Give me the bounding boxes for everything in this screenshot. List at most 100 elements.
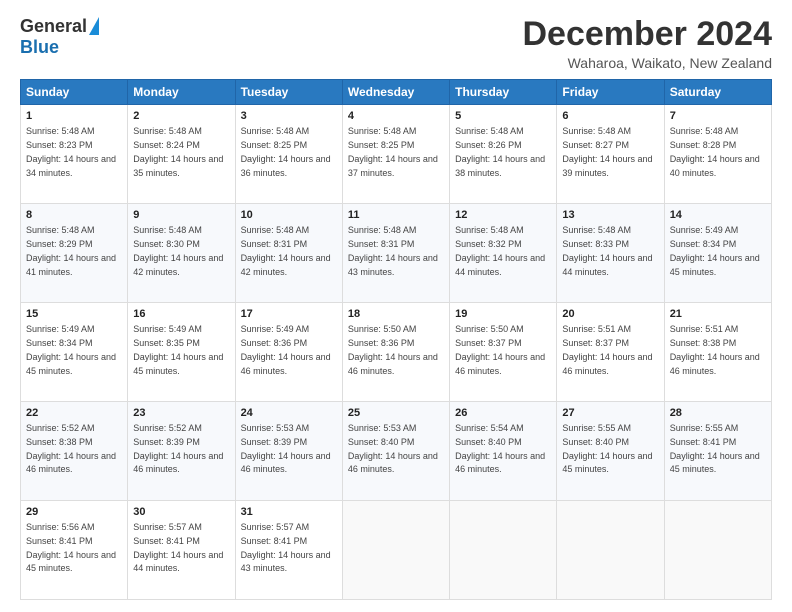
calendar-cell: 31 Sunrise: 5:57 AMSunset: 8:41 PMDaylig… [235,501,342,600]
calendar-cell: 9 Sunrise: 5:48 AMSunset: 8:30 PMDayligh… [128,204,235,303]
day-detail: Sunrise: 5:52 AMSunset: 8:39 PMDaylight:… [133,423,223,474]
calendar-cell: 7 Sunrise: 5:48 AMSunset: 8:28 PMDayligh… [664,105,771,204]
calendar-cell: 24 Sunrise: 5:53 AMSunset: 8:39 PMDaylig… [235,402,342,501]
day-number: 15 [26,307,122,322]
day-number: 4 [348,109,444,124]
calendar-cell: 1 Sunrise: 5:48 AMSunset: 8:23 PMDayligh… [21,105,128,204]
calendar-cell: 2 Sunrise: 5:48 AMSunset: 8:24 PMDayligh… [128,105,235,204]
calendar-day-header: Wednesday [342,80,449,105]
day-detail: Sunrise: 5:48 AMSunset: 8:29 PMDaylight:… [26,225,116,276]
calendar-cell: 15 Sunrise: 5:49 AMSunset: 8:34 PMDaylig… [21,303,128,402]
day-number: 23 [133,406,229,421]
day-number: 21 [670,307,766,322]
day-detail: Sunrise: 5:55 AMSunset: 8:41 PMDaylight:… [670,423,760,474]
calendar-cell: 27 Sunrise: 5:55 AMSunset: 8:40 PMDaylig… [557,402,664,501]
calendar-week-row: 15 Sunrise: 5:49 AMSunset: 8:34 PMDaylig… [21,303,772,402]
calendar-week-row: 1 Sunrise: 5:48 AMSunset: 8:23 PMDayligh… [21,105,772,204]
day-detail: Sunrise: 5:49 AMSunset: 8:35 PMDaylight:… [133,324,223,375]
calendar-cell: 23 Sunrise: 5:52 AMSunset: 8:39 PMDaylig… [128,402,235,501]
day-number: 6 [562,109,658,124]
calendar-cell [557,501,664,600]
day-number: 31 [241,505,337,520]
logo-area: General Blue [20,16,99,58]
day-number: 16 [133,307,229,322]
calendar-cell: 11 Sunrise: 5:48 AMSunset: 8:31 PMDaylig… [342,204,449,303]
day-number: 13 [562,208,658,223]
day-detail: Sunrise: 5:57 AMSunset: 8:41 PMDaylight:… [133,522,223,573]
day-detail: Sunrise: 5:49 AMSunset: 8:34 PMDaylight:… [26,324,116,375]
day-detail: Sunrise: 5:48 AMSunset: 8:32 PMDaylight:… [455,225,545,276]
day-detail: Sunrise: 5:50 AMSunset: 8:36 PMDaylight:… [348,324,438,375]
day-number: 3 [241,109,337,124]
day-detail: Sunrise: 5:48 AMSunset: 8:31 PMDaylight:… [241,225,331,276]
calendar-cell: 13 Sunrise: 5:48 AMSunset: 8:33 PMDaylig… [557,204,664,303]
day-detail: Sunrise: 5:48 AMSunset: 8:33 PMDaylight:… [562,225,652,276]
logo-blue-text: Blue [20,37,59,58]
calendar-cell: 26 Sunrise: 5:54 AMSunset: 8:40 PMDaylig… [450,402,557,501]
day-number: 24 [241,406,337,421]
day-number: 2 [133,109,229,124]
calendar-week-row: 8 Sunrise: 5:48 AMSunset: 8:29 PMDayligh… [21,204,772,303]
calendar-cell: 20 Sunrise: 5:51 AMSunset: 8:37 PMDaylig… [557,303,664,402]
calendar-cell: 3 Sunrise: 5:48 AMSunset: 8:25 PMDayligh… [235,105,342,204]
calendar-cell: 4 Sunrise: 5:48 AMSunset: 8:25 PMDayligh… [342,105,449,204]
day-detail: Sunrise: 5:53 AMSunset: 8:40 PMDaylight:… [348,423,438,474]
calendar-cell [450,501,557,600]
day-number: 19 [455,307,551,322]
day-detail: Sunrise: 5:48 AMSunset: 8:31 PMDaylight:… [348,225,438,276]
calendar-cell: 18 Sunrise: 5:50 AMSunset: 8:36 PMDaylig… [342,303,449,402]
day-number: 18 [348,307,444,322]
calendar-day-header: Saturday [664,80,771,105]
calendar-day-header: Friday [557,80,664,105]
calendar-cell [664,501,771,600]
day-detail: Sunrise: 5:56 AMSunset: 8:41 PMDaylight:… [26,522,116,573]
day-detail: Sunrise: 5:48 AMSunset: 8:30 PMDaylight:… [133,225,223,276]
day-number: 14 [670,208,766,223]
day-number: 10 [241,208,337,223]
calendar-cell: 22 Sunrise: 5:52 AMSunset: 8:38 PMDaylig… [21,402,128,501]
day-number: 1 [26,109,122,124]
day-number: 17 [241,307,337,322]
calendar-cell: 19 Sunrise: 5:50 AMSunset: 8:37 PMDaylig… [450,303,557,402]
calendar-cell: 21 Sunrise: 5:51 AMSunset: 8:38 PMDaylig… [664,303,771,402]
calendar-cell: 25 Sunrise: 5:53 AMSunset: 8:40 PMDaylig… [342,402,449,501]
day-detail: Sunrise: 5:48 AMSunset: 8:25 PMDaylight:… [348,126,438,177]
day-detail: Sunrise: 5:52 AMSunset: 8:38 PMDaylight:… [26,423,116,474]
calendar-cell [342,501,449,600]
day-number: 30 [133,505,229,520]
calendar-cell: 29 Sunrise: 5:56 AMSunset: 8:41 PMDaylig… [21,501,128,600]
day-number: 22 [26,406,122,421]
calendar-table: SundayMondayTuesdayWednesdayThursdayFrid… [20,79,772,600]
day-number: 12 [455,208,551,223]
day-detail: Sunrise: 5:50 AMSunset: 8:37 PMDaylight:… [455,324,545,375]
day-number: 8 [26,208,122,223]
day-detail: Sunrise: 5:48 AMSunset: 8:28 PMDaylight:… [670,126,760,177]
day-number: 26 [455,406,551,421]
calendar-week-row: 29 Sunrise: 5:56 AMSunset: 8:41 PMDaylig… [21,501,772,600]
day-number: 28 [670,406,766,421]
calendar-day-header: Monday [128,80,235,105]
calendar-cell: 28 Sunrise: 5:55 AMSunset: 8:41 PMDaylig… [664,402,771,501]
day-detail: Sunrise: 5:51 AMSunset: 8:38 PMDaylight:… [670,324,760,375]
location-title: Waharoa, Waikato, New Zealand [522,55,772,71]
day-detail: Sunrise: 5:53 AMSunset: 8:39 PMDaylight:… [241,423,331,474]
logo-triangle-icon [89,17,99,35]
day-detail: Sunrise: 5:49 AMSunset: 8:34 PMDaylight:… [670,225,760,276]
calendar-week-row: 22 Sunrise: 5:52 AMSunset: 8:38 PMDaylig… [21,402,772,501]
calendar-cell: 17 Sunrise: 5:49 AMSunset: 8:36 PMDaylig… [235,303,342,402]
calendar-day-header: Sunday [21,80,128,105]
day-detail: Sunrise: 5:48 AMSunset: 8:26 PMDaylight:… [455,126,545,177]
day-number: 11 [348,208,444,223]
header: General Blue December 2024 Waharoa, Waik… [20,16,772,71]
calendar-cell: 6 Sunrise: 5:48 AMSunset: 8:27 PMDayligh… [557,105,664,204]
calendar-cell: 14 Sunrise: 5:49 AMSunset: 8:34 PMDaylig… [664,204,771,303]
calendar-day-header: Thursday [450,80,557,105]
logo-general-text: General [20,16,87,37]
calendar-cell: 5 Sunrise: 5:48 AMSunset: 8:26 PMDayligh… [450,105,557,204]
day-detail: Sunrise: 5:55 AMSunset: 8:40 PMDaylight:… [562,423,652,474]
title-area: December 2024 Waharoa, Waikato, New Zeal… [522,16,772,71]
day-detail: Sunrise: 5:48 AMSunset: 8:25 PMDaylight:… [241,126,331,177]
day-number: 7 [670,109,766,124]
day-detail: Sunrise: 5:51 AMSunset: 8:37 PMDaylight:… [562,324,652,375]
calendar-cell: 16 Sunrise: 5:49 AMSunset: 8:35 PMDaylig… [128,303,235,402]
